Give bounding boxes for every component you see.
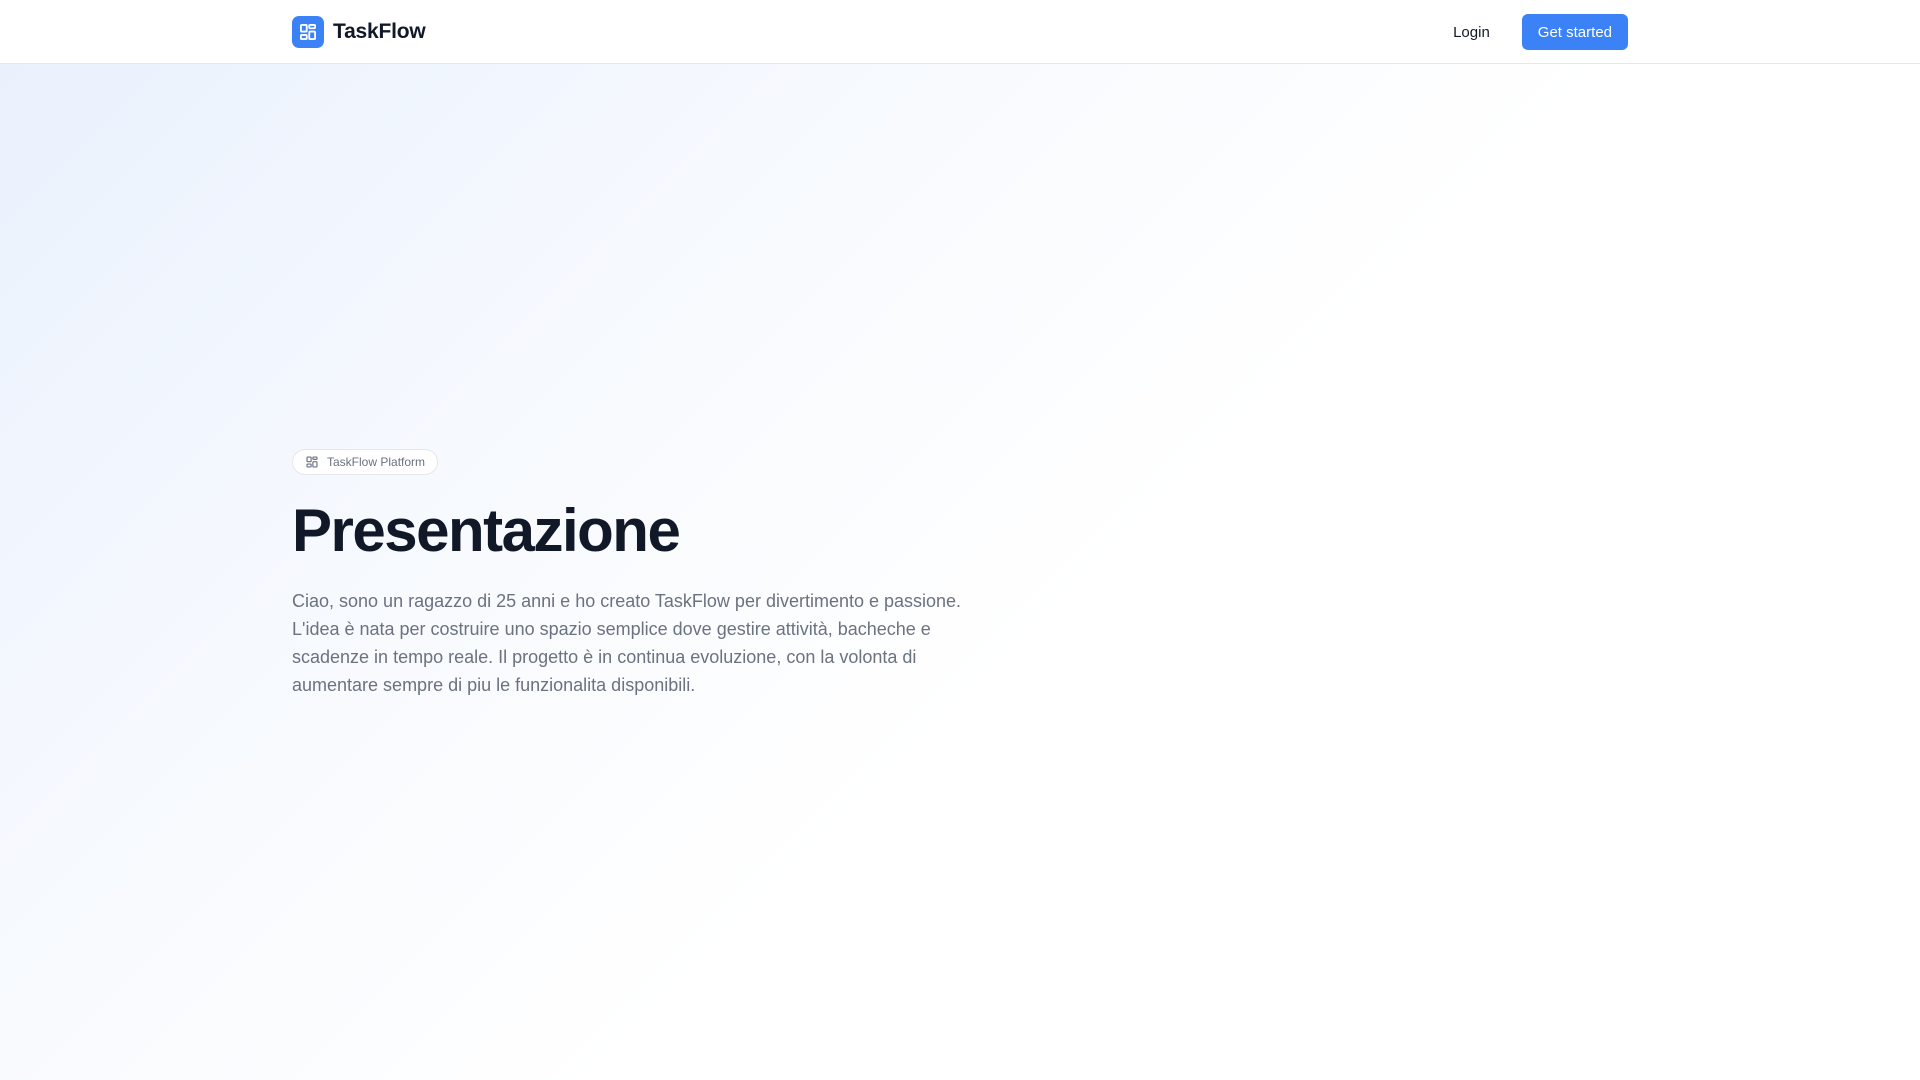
hero-content: TaskFlow Platform Presentazione Ciao, so… — [292, 449, 992, 699]
hero-description: Ciao, sono un ragazzo di 25 anni e ho cr… — [292, 591, 962, 695]
platform-badge: TaskFlow Platform — [292, 449, 439, 475]
page-title: Presentazione — [292, 497, 681, 564]
brand-name: TaskFlow — [333, 20, 426, 43]
dashboard-grid-icon — [305, 455, 319, 469]
brand-home-link[interactable]: TaskFlow — [292, 16, 426, 48]
dashboard-grid-icon — [292, 16, 324, 48]
top-navbar: TaskFlow Login Get started — [0, 0, 1920, 64]
navbar-container: TaskFlow Login Get started — [292, 0, 1628, 64]
hero-section: TaskFlow Platform Presentazione Ciao, so… — [0, 64, 1920, 1080]
nav-actions: Login Get started — [1437, 14, 1628, 51]
login-button[interactable]: Login — [1437, 14, 1506, 51]
get-started-button[interactable]: Get started — [1521, 14, 1628, 50]
badge-label: TaskFlow Platform — [327, 455, 426, 469]
